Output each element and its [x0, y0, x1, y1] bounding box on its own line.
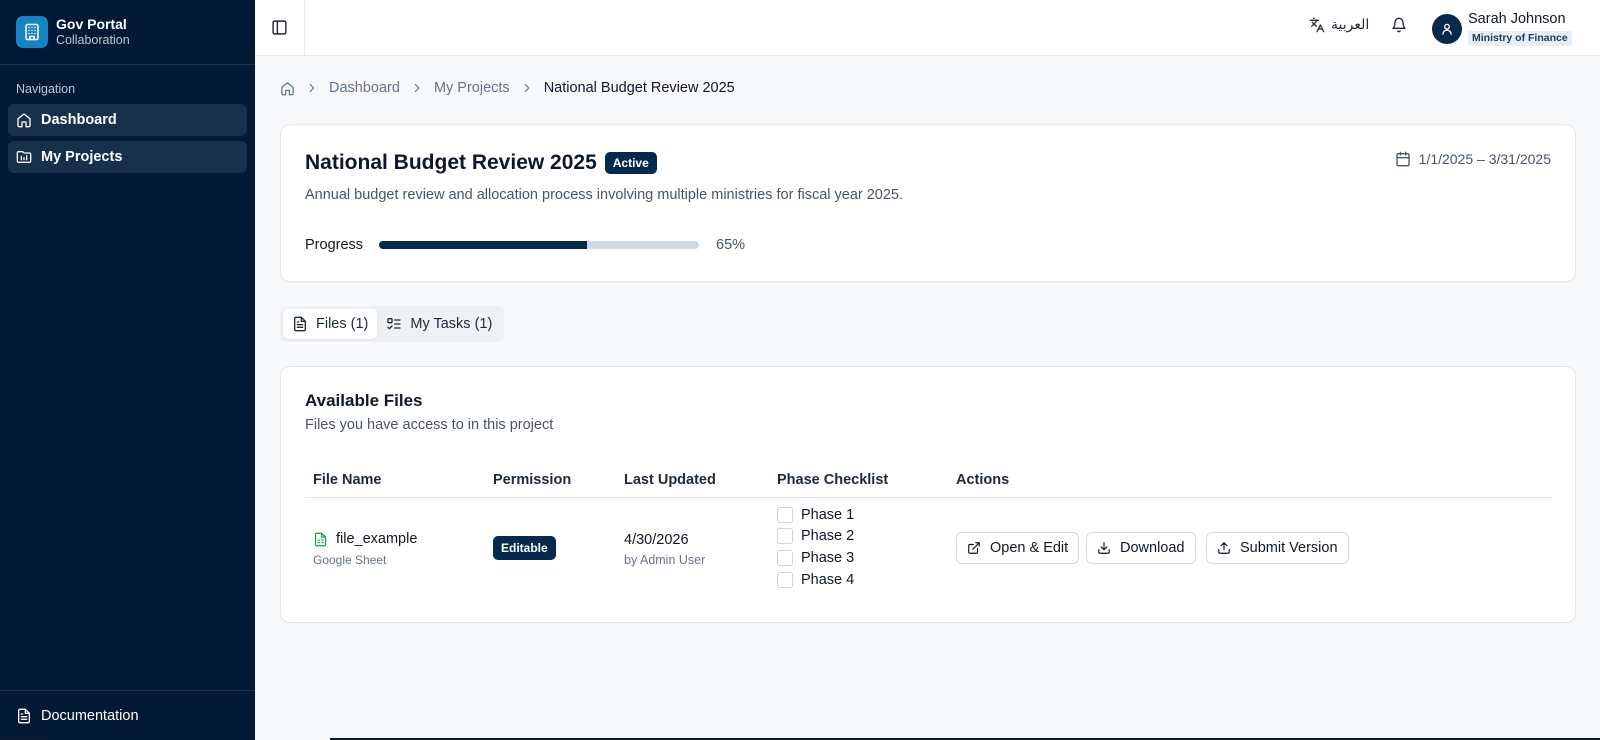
avatar: [1432, 14, 1462, 45]
status-badge: Active: [604, 152, 657, 174]
sidebar-item-my-projects[interactable]: My Projects: [8, 141, 247, 173]
folder-icon: [16, 149, 41, 165]
progress-bar: [379, 241, 700, 249]
phase-label: Phase 3: [801, 550, 855, 566]
phase-3-checkbox[interactable]: Phase 3: [777, 550, 854, 566]
phase-2-checkbox[interactable]: Phase 2: [777, 528, 854, 544]
user-name: Sarah Johnson: [1468, 11, 1566, 27]
brand-title: Gov Portal: [56, 16, 127, 33]
brand[interactable]: Gov Portal Collaboration: [0, 0, 255, 65]
language-switch-button[interactable]: العربية: [1309, 16, 1369, 33]
button-label: Submit Version: [1240, 540, 1338, 556]
files-subtitle: Files you have access to in this project: [305, 417, 554, 433]
checkbox[interactable]: [777, 572, 793, 588]
panel-left-icon: [271, 19, 288, 36]
user-org-badge: Ministry of Finance: [1468, 30, 1572, 47]
file-name-cell: file_example: [313, 531, 417, 547]
last-updated-date: 4/30/2026: [624, 532, 689, 548]
sidebar-item-documentation[interactable]: Documentation: [0, 690, 255, 740]
progress-row: Progress 65%: [305, 237, 745, 253]
chevron-right-icon: [520, 81, 534, 95]
tab-list: Files (1) My Tasks (1): [280, 306, 505, 342]
nav-heading: Navigation: [16, 82, 76, 96]
column-header: Last Updated: [624, 472, 716, 488]
sidebar-item-dashboard[interactable]: Dashboard: [8, 104, 247, 136]
table-row: file_example Google Sheet Editable 4/30/…: [305, 498, 1553, 616]
breadcrumb-dashboard[interactable]: Dashboard: [329, 80, 400, 96]
user-menu[interactable]: Sarah Johnson Ministry of Finance: [1432, 11, 1572, 47]
documentation-label: Documentation: [41, 707, 139, 724]
progress-fill: [379, 241, 588, 249]
tab-my-tasks[interactable]: My Tasks (1): [377, 309, 501, 339]
checkbox[interactable]: [777, 550, 793, 566]
files-title: Available Files: [305, 391, 423, 410]
translate-icon: [1309, 17, 1331, 33]
breadcrumb-current: National Budget Review 2025: [543, 80, 735, 96]
button-label: Open & Edit: [990, 540, 1069, 556]
sidebar-item-label: Dashboard: [41, 112, 117, 128]
column-header: Phase Checklist: [777, 472, 889, 488]
document-icon: [16, 708, 41, 724]
breadcrumb-home[interactable]: [280, 81, 295, 96]
breadcrumb: Dashboard My Projects National Budget Re…: [280, 80, 735, 96]
breadcrumb-my-projects[interactable]: My Projects: [434, 80, 510, 96]
spreadsheet-icon: [313, 532, 336, 547]
home-icon: [280, 81, 295, 96]
checkbox[interactable]: [777, 528, 793, 544]
phase-1-checkbox[interactable]: Phase 1: [777, 507, 854, 523]
bell-icon: [1391, 17, 1407, 33]
file-text-icon: [292, 316, 316, 332]
chevron-right-icon: [410, 81, 424, 95]
column-header: File Name: [313, 472, 382, 488]
table-header: File Name Permission Last Updated Phase …: [305, 463, 1553, 498]
checkbox[interactable]: [777, 507, 793, 523]
progress-label: Progress: [305, 237, 364, 253]
building-icon: [16, 16, 48, 48]
column-header: Actions: [956, 472, 1010, 488]
submit-version-button[interactable]: Submit Version: [1206, 532, 1349, 564]
open-edit-button[interactable]: Open & Edit: [956, 532, 1080, 564]
brand-subtitle: Collaboration: [56, 32, 130, 47]
notifications-button[interactable]: [1391, 17, 1407, 33]
phase-label: Phase 2: [801, 528, 855, 544]
permission-badge: Editable: [493, 536, 556, 560]
file-type: Google Sheet: [313, 553, 387, 567]
files-table: File Name Permission Last Updated Phase …: [305, 463, 1553, 616]
button-label: Download: [1120, 540, 1185, 556]
external-link-icon: [967, 541, 990, 555]
home-icon: [16, 112, 41, 128]
phase-label: Phase 1: [801, 507, 855, 523]
tab-label: Files (1): [316, 316, 369, 332]
tab-files[interactable]: Files (1): [283, 309, 378, 339]
chevron-right-icon: [305, 81, 319, 95]
download-icon: [1097, 541, 1120, 555]
upload-icon: [1217, 541, 1240, 555]
download-button[interactable]: Download: [1086, 532, 1196, 564]
sidebar-toggle-button[interactable]: [255, 0, 305, 55]
language-label: العربية: [1331, 16, 1370, 32]
progress-percent: 65%: [716, 237, 746, 253]
calendar-icon: [1395, 151, 1419, 167]
project-description: Annual budget review and allocation proc…: [305, 187, 904, 203]
files-card: Available Files Files you have access to…: [280, 366, 1576, 623]
top-bar: العربية Sarah Johnson Ministry of Financ…: [255, 0, 1600, 56]
user-icon: [1440, 22, 1454, 36]
column-header: Permission: [493, 472, 572, 488]
phase-label: Phase 4: [801, 572, 855, 588]
list-checks-icon: [386, 316, 410, 332]
file-name: file_example: [336, 531, 418, 547]
date-range: 1/1/2025 – 3/31/2025: [1395, 151, 1551, 167]
date-range-text: 1/1/2025 – 3/31/2025: [1418, 151, 1551, 167]
tab-label: My Tasks (1): [410, 316, 493, 332]
project-title: National Budget Review 2025: [305, 151, 597, 174]
project-card: National Budget Review 2025 Active 1/1/2…: [280, 124, 1576, 282]
sidebar-item-label: My Projects: [41, 149, 123, 165]
last-updated-by: by Admin User: [624, 553, 706, 567]
sidebar: Gov Portal Collaboration Navigation Dash…: [0, 0, 255, 740]
phase-4-checkbox[interactable]: Phase 4: [777, 572, 854, 588]
